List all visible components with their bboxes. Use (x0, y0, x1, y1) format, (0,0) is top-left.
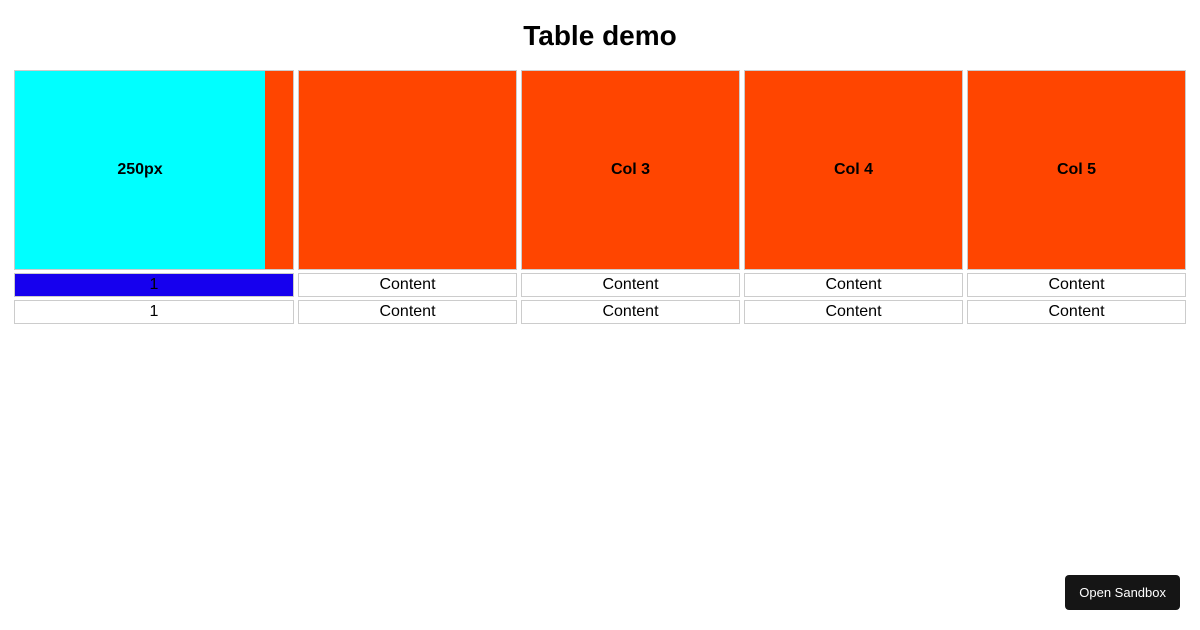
table-header-col-1: 250px (14, 70, 294, 270)
table-cell: 1 (14, 300, 294, 324)
table-cell: Content (967, 273, 1186, 297)
table-header-col-2 (298, 70, 517, 270)
table-cell: 1 (14, 273, 294, 297)
table-cell: Content (744, 300, 963, 324)
table-cell: Content (744, 273, 963, 297)
table-container: 250px Col 3 Col 4 Col 5 1 Content Conten… (0, 67, 1200, 327)
table-header-col-3: Col 3 (521, 70, 740, 270)
table-header-col-4: Col 4 (744, 70, 963, 270)
demo-table: 250px Col 3 Col 4 Col 5 1 Content Conten… (10, 67, 1190, 327)
table-row: 1 Content Content Content Content (14, 300, 1186, 324)
open-sandbox-button[interactable]: Open Sandbox (1065, 575, 1180, 610)
cyan-box: 250px (15, 71, 265, 269)
table-header-row: 250px Col 3 Col 4 Col 5 (14, 70, 1186, 270)
table-cell: Content (967, 300, 1186, 324)
table-row: 1 Content Content Content Content (14, 273, 1186, 297)
page-title: Table demo (0, 0, 1200, 67)
table-cell: Content (298, 300, 517, 324)
table-cell: Content (521, 273, 740, 297)
table-header-col-5: Col 5 (967, 70, 1186, 270)
header-label-1: 250px (117, 161, 162, 179)
table-cell: Content (521, 300, 740, 324)
table-cell: Content (298, 273, 517, 297)
